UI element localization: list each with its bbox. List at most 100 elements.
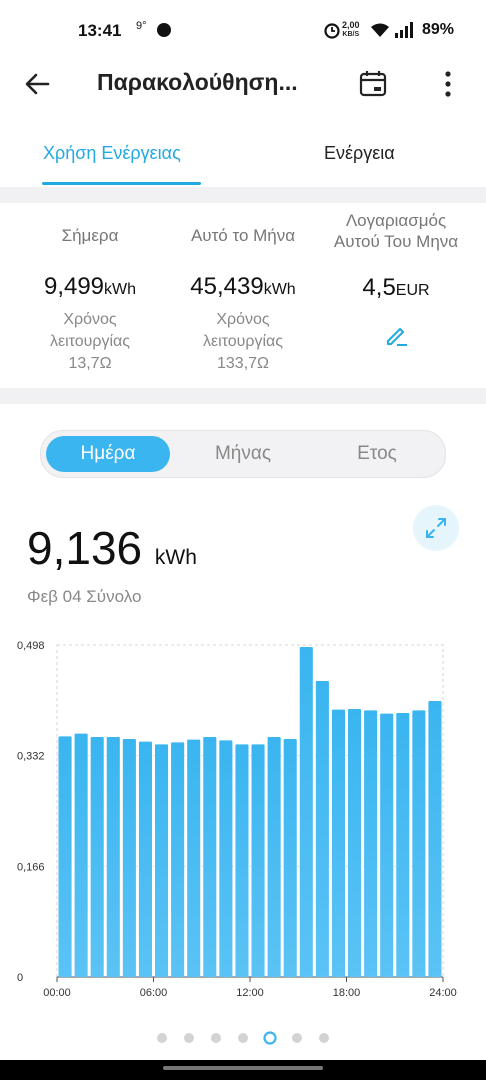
more-options-icon[interactable]: [436, 68, 460, 100]
runtime-value: 13,7Ω: [68, 355, 112, 372]
tab-energy[interactable]: Ενέργεια: [324, 143, 395, 164]
bar-hour-17[interactable]: [331, 709, 345, 977]
network-speed: 2,00 KB/S: [342, 21, 360, 39]
period-year-button[interactable]: Ετος: [315, 436, 439, 472]
cell-signal-icon: [395, 22, 413, 38]
bill-label-line1: Λογαριασμός: [345, 211, 447, 230]
bar-hour-20[interactable]: [380, 713, 394, 977]
summary-label: Αυτό το Μήνα: [190, 226, 296, 245]
runtime-label: Χρόνος λειτουργίας 133,7Ω: [162, 309, 324, 375]
system-nav-bar: [0, 1060, 486, 1080]
bar-hour-03[interactable]: [106, 737, 120, 977]
runtime-line2: λειτουργίας: [49, 333, 131, 350]
section-divider: [0, 187, 486, 203]
bar-hour-14[interactable]: [283, 739, 297, 977]
speed-unit: KB/S: [342, 31, 360, 38]
total-value: 9,136: [27, 522, 143, 574]
bar-hour-12[interactable]: [251, 744, 265, 977]
y-tick-label: 0,332: [17, 751, 45, 763]
value-unit: kWh: [104, 281, 137, 298]
page-dot[interactable]: [211, 1033, 221, 1043]
bar-hour-22[interactable]: [412, 710, 426, 977]
y-tick-label: 0,166: [17, 861, 45, 873]
period-month-button[interactable]: Μήνας: [181, 436, 305, 472]
page-dot[interactable]: [319, 1033, 329, 1043]
shazam-icon: [157, 23, 171, 37]
page-dot[interactable]: [238, 1033, 248, 1043]
runtime-value: 133,7Ω: [217, 355, 269, 372]
total-unit: kWh: [154, 546, 197, 569]
section-divider: [0, 388, 486, 404]
value-unit: kWh: [263, 281, 296, 298]
page-title: Παρακολούθηση...: [97, 69, 298, 95]
summary-value: 9,499kWh: [9, 273, 171, 301]
x-tick-label: 00:00: [43, 987, 71, 999]
expand-icon: [426, 518, 446, 538]
period-day-button[interactable]: Ημέρα: [46, 436, 170, 472]
page-dot[interactable]: [292, 1033, 302, 1043]
calendar-icon[interactable]: [358, 68, 388, 98]
runtime-label: Χρόνος λειτουργίας 13,7Ω: [9, 309, 171, 375]
summary-label: Σήμερα: [61, 226, 119, 245]
page-dot[interactable]: [157, 1033, 167, 1043]
tab-energy-usage[interactable]: Χρήση Ενέργειας: [43, 143, 181, 164]
x-tick-label: 24:00: [429, 987, 457, 999]
hourly-usage-chart: 0,498 0,332 0,166 0 00:00 06:00 12:00 18:00 24:0…: [17, 640, 457, 999]
value-number: 4,5: [362, 274, 396, 301]
runtime-line2: λειτουργίας: [202, 333, 284, 350]
home-gesture-pill[interactable]: [163, 1066, 323, 1070]
y-tick-label: 0,498: [17, 640, 45, 652]
x-tick-label: 18:00: [333, 987, 361, 999]
bar-hour-13[interactable]: [267, 737, 281, 977]
page-dot-active[interactable]: [263, 1031, 277, 1045]
edit-pencil-icon[interactable]: [383, 322, 409, 348]
bar-hour-02[interactable]: [90, 737, 104, 977]
bar-hour-16[interactable]: [315, 681, 329, 977]
status-time: 13:41: [78, 21, 122, 40]
bar-hour-19[interactable]: [364, 710, 378, 977]
bar-hour-05[interactable]: [138, 741, 152, 977]
bar-hour-09[interactable]: [203, 737, 217, 977]
status-bar: 13:41 9° 2,00 KB/S 89%: [0, 0, 486, 60]
summary-month: Αυτό το Μήνα 45,439kWh Χρόνος λειτουργία…: [162, 210, 324, 375]
y-tick-label: 0: [17, 972, 23, 984]
total-caption: Φεβ 04 Σύνολο: [27, 587, 142, 606]
x-tick-label: 12:00: [236, 987, 264, 999]
value-number: 45,439: [190, 273, 264, 300]
runtime-line1: Χρόνος: [216, 311, 270, 328]
alarm-icon: [324, 23, 340, 39]
page-indicator: [157, 1031, 329, 1045]
summary-value: 45,439kWh: [162, 273, 324, 301]
period-selector: Ημέρα Μήνας Ετος: [40, 430, 446, 478]
summary-bill: Λογαριασμός Αυτού Του Μηνα 4,5EUR: [315, 210, 477, 353]
bar-hour-01[interactable]: [74, 733, 88, 977]
bar-hour-15[interactable]: [299, 647, 313, 977]
bar-hour-04[interactable]: [122, 739, 136, 977]
bar-hour-18[interactable]: [348, 709, 362, 977]
x-tick-label: 06:00: [140, 987, 168, 999]
page-dot[interactable]: [184, 1033, 194, 1043]
wifi-icon: [371, 23, 389, 37]
bill-label-line2: Αυτού Του Μηνα: [333, 232, 459, 251]
back-arrow-icon[interactable]: [22, 68, 54, 100]
bar-hour-08[interactable]: [187, 739, 201, 977]
summary-value: 4,5EUR: [315, 274, 477, 302]
bar-hour-07[interactable]: [171, 742, 185, 977]
bar-hour-23[interactable]: [428, 701, 442, 977]
value-unit: EUR: [395, 282, 430, 299]
bar-hour-00[interactable]: [58, 736, 72, 977]
bar-hour-10[interactable]: [219, 740, 233, 977]
runtime-line1: Χρόνος: [63, 311, 117, 328]
active-tab-indicator: [42, 182, 201, 185]
summary-label: Λογαριασμός Αυτού Του Μηνα: [315, 210, 477, 252]
weather-notification: 9°: [136, 20, 147, 32]
bar-hour-06[interactable]: [155, 744, 169, 977]
expand-chart-button[interactable]: [413, 505, 459, 551]
bar-hour-11[interactable]: [235, 744, 249, 977]
summary-today: Σήμερα 9,499kWh Χρόνος λειτουργίας 13,7Ω: [9, 210, 171, 375]
value-number: 9,499: [43, 273, 105, 300]
bar-hour-21[interactable]: [396, 713, 410, 977]
speed-value: 2,00: [342, 20, 360, 30]
battery-percent: 89%: [421, 21, 454, 38]
total-energy: 9,136 kWh: [27, 521, 197, 575]
